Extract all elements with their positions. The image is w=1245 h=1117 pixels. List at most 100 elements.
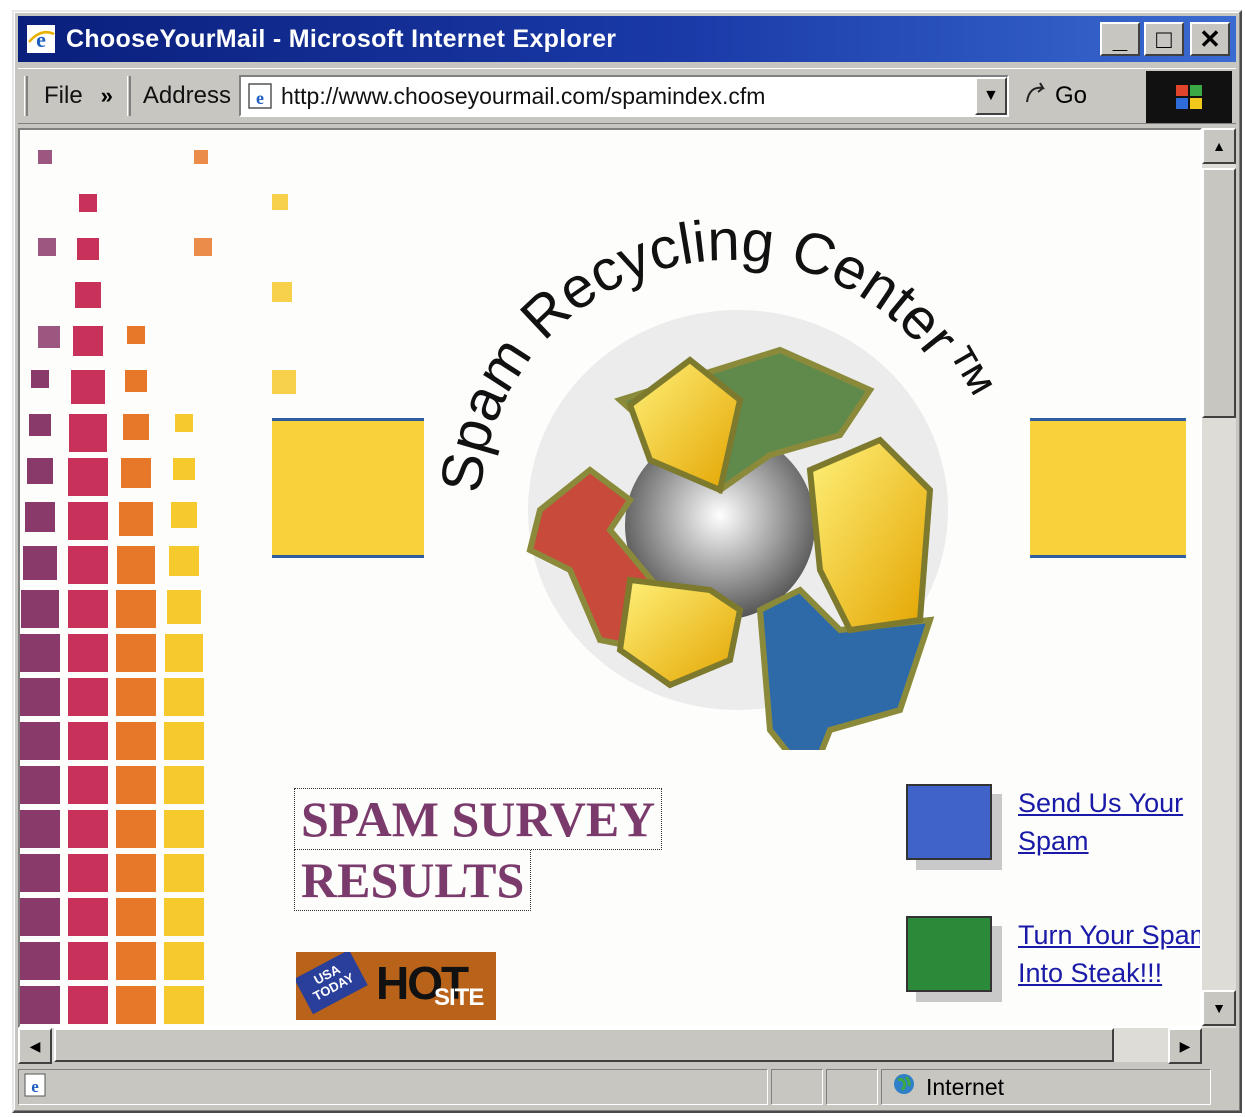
decor-square <box>68 458 108 496</box>
svg-text:e: e <box>31 1077 39 1096</box>
decor-square <box>116 986 156 1024</box>
browser-window: e ChooseYourMail - Microsoft Internet Ex… <box>12 10 1242 1113</box>
globe-icon <box>892 1072 916 1102</box>
decor-square <box>27 458 53 484</box>
security-zone: Internet <box>881 1069 1211 1105</box>
minimize-icon: _ <box>1112 23 1128 54</box>
decor-square <box>75 282 101 308</box>
scroll-down-button[interactable]: ▼ <box>1202 990 1236 1026</box>
decor-square <box>38 150 52 164</box>
decor-square <box>68 942 108 980</box>
arrow-left-icon: ◀ <box>29 1037 41 1054</box>
decor-square <box>272 194 288 210</box>
decor-square <box>123 414 149 440</box>
decor-square <box>171 502 197 528</box>
horizontal-scrollbar[interactable]: ◀ ▶ <box>18 1028 1202 1064</box>
ie-logo-icon: e <box>26 24 56 54</box>
page-viewport: Spam Recycling Center™ SPAM SURVEY RESUL… <box>18 128 1202 1028</box>
decor-square <box>31 370 49 388</box>
decor-square <box>167 590 201 624</box>
maximize-button[interactable]: □ <box>1144 22 1184 56</box>
status-text-cell: e <box>18 1069 768 1105</box>
decor-square <box>68 502 108 540</box>
usa-today-hot-site-badge[interactable]: USA TODAY HOT SITE <box>296 952 496 1020</box>
decor-square <box>173 458 195 480</box>
menu-chevron-button[interactable]: » <box>93 83 121 109</box>
right-banner <box>1030 418 1186 558</box>
decor-square <box>20 722 60 760</box>
chevron-down-icon: ▼ <box>983 87 999 104</box>
address-dropdown-button[interactable]: ▼ <box>974 77 1007 115</box>
decor-square <box>117 546 155 584</box>
decor-square <box>21 590 59 628</box>
scroll-right-button[interactable]: ▶ <box>1168 1028 1202 1064</box>
decor-square <box>116 810 156 848</box>
decor-square <box>38 326 60 348</box>
status-bar: e Internet <box>18 1066 1236 1108</box>
decor-square <box>116 678 156 716</box>
blue-square-icon[interactable] <box>906 784 992 860</box>
decor-square <box>68 810 108 848</box>
decor-square <box>116 942 156 980</box>
decor-square <box>79 194 97 212</box>
decor-square <box>20 986 60 1024</box>
spam-survey-results-link[interactable]: SPAM SURVEY RESULTS <box>294 788 663 911</box>
send-spam-item[interactable]: Send Us Your Spam <box>906 784 1200 860</box>
decor-square <box>127 326 145 344</box>
green-square-icon[interactable] <box>906 916 992 992</box>
status-cell-1 <box>771 1069 823 1105</box>
ie-page-icon: e <box>247 82 275 110</box>
resize-corner[interactable] <box>1202 1028 1236 1062</box>
vertical-scrollbar[interactable]: ▲ ▼ <box>1202 128 1236 1028</box>
svg-text:e: e <box>36 27 46 52</box>
decor-square <box>164 942 204 980</box>
address-bar[interactable]: e http://www.chooseyourmail.com/spaminde… <box>238 75 1009 117</box>
toolbar-grip[interactable] <box>24 76 28 116</box>
decor-square <box>68 678 108 716</box>
minimize-button[interactable]: _ <box>1100 22 1140 56</box>
svg-text:e: e <box>256 88 264 108</box>
status-cell-2 <box>826 1069 878 1105</box>
decor-square <box>68 590 108 628</box>
decor-square <box>68 898 108 936</box>
decor-square <box>20 898 60 936</box>
go-button[interactable]: Go <box>1023 80 1087 113</box>
decor-square <box>20 678 60 716</box>
decor-square <box>116 898 156 936</box>
close-icon: ✕ <box>1199 23 1221 54</box>
address-url[interactable]: http://www.chooseyourmail.com/spamindex.… <box>281 83 975 110</box>
decor-square <box>164 678 204 716</box>
close-button[interactable]: ✕ <box>1190 22 1230 56</box>
decor-square <box>68 986 108 1024</box>
toolbar-grip-2[interactable] <box>126 76 131 116</box>
spam-into-steak-item[interactable]: Turn Your Spam Into Steak!!! <box>906 916 1200 992</box>
vertical-scroll-thumb[interactable] <box>1202 168 1236 418</box>
decor-square <box>164 810 204 848</box>
decor-square <box>272 370 296 394</box>
decor-square <box>69 414 107 452</box>
horizontal-scroll-thumb[interactable] <box>54 1028 1114 1062</box>
maximize-icon: □ <box>1156 23 1172 54</box>
spam-recycling-logo: Spam Recycling Center™ <box>428 208 1006 750</box>
window-controls: _ □ ✕ <box>1100 22 1230 56</box>
decor-square <box>20 810 60 848</box>
scroll-up-button[interactable]: ▲ <box>1202 128 1236 164</box>
scroll-left-button[interactable]: ◀ <box>18 1028 52 1064</box>
windows-logo-icon <box>1146 71 1232 123</box>
decor-square <box>116 854 156 892</box>
survey-line-2: RESULTS <box>294 850 532 911</box>
decor-square <box>164 722 204 760</box>
decor-square <box>38 238 56 256</box>
decor-square <box>165 634 203 672</box>
decor-square <box>68 766 108 804</box>
decor-square <box>164 766 204 804</box>
send-us-your-spam-link[interactable]: Send Us Your Spam <box>1018 784 1200 860</box>
decor-square <box>272 282 292 302</box>
title-bar[interactable]: e ChooseYourMail - Microsoft Internet Ex… <box>18 16 1236 62</box>
turn-spam-into-steak-link[interactable]: Turn Your Spam Into Steak!!! <box>1018 916 1200 992</box>
menu-file[interactable]: File <box>34 82 93 110</box>
go-arrow-icon <box>1023 80 1049 113</box>
decor-square <box>116 590 156 628</box>
arrow-right-icon: ▶ <box>1179 1037 1191 1054</box>
ie-status-icon: e <box>23 1072 49 1103</box>
